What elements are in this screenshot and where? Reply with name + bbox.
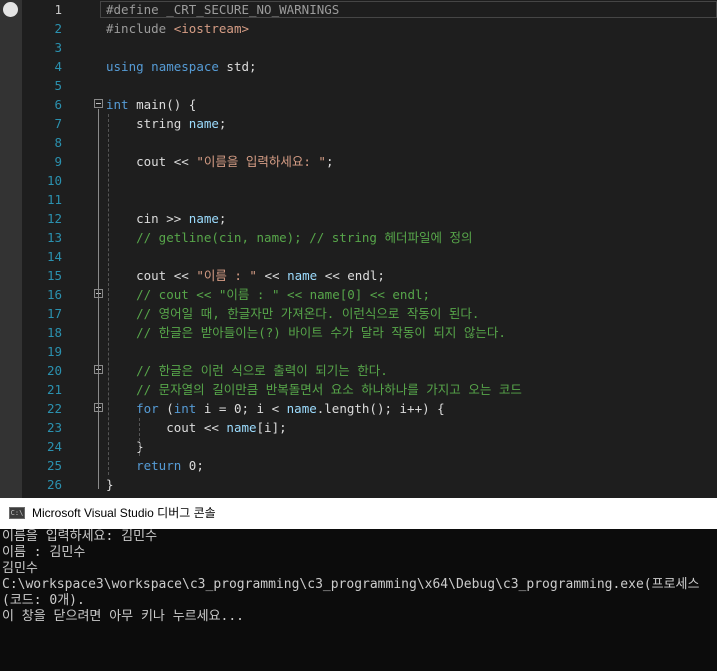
line-number: 25 [46,458,62,473]
code-text: using namespace std; [106,59,257,74]
line-number: 6 [54,97,62,112]
line-number: 15 [46,268,62,283]
code-text: return 0; [106,458,204,473]
console-line: 이름 : 김민수 [2,545,86,560]
code-text: // 한글은 받아들이는(?) 바이트 수가 달라 작동이 되지 않는다. [106,325,506,340]
code-line[interactable]: 5 [0,76,717,95]
line-number: 21 [46,382,62,397]
code-text: #define _CRT_SECURE_NO_WARNINGS [106,2,340,17]
console-output[interactable]: 이름을 입력하세요: 김민수 이름 : 김민수 김민수 C:\workspace… [0,529,717,671]
code-line[interactable]: 6 int main() { [0,95,717,114]
code-line[interactable]: 1 #define _CRT_SECURE_NO_WARNINGS [0,0,717,19]
indent-guide [139,418,140,456]
line-number: 1 [54,2,62,17]
line-number: 7 [54,116,62,131]
console-line: C:\workspace3\workspace\c3_programming\c… [2,577,700,592]
line-number: 17 [46,306,62,321]
console-title: Microsoft Visual Studio 디버그 콘솔 [32,506,216,520]
code-text: // 문자열의 길이만큼 반복돌면서 요소 하나하나를 가지고 오는 코드 [106,382,522,397]
code-text: } [106,477,114,492]
line-number: 22 [46,401,62,416]
code-line[interactable]: 26} [0,475,717,494]
code-line[interactable]: 3 [0,38,717,57]
line-number: 2 [54,21,62,36]
code-text: // getline(cin, name); // string 헤더파일에 정… [106,230,473,245]
code-text: // 영어일 때, 한글자만 가져온다. 이런식으로 작동이 된다. [106,306,480,321]
line-number: 14 [46,249,62,264]
line-number: 18 [46,325,62,340]
breakpoint-icon[interactable] [3,2,18,17]
line-number: 5 [54,78,62,93]
line-number: 11 [46,192,62,207]
code-text: // 한글은 이런 식으로 출력이 되기는 한다. [106,363,388,378]
collapse-icon[interactable] [94,99,103,108]
console-line: (코드: 0개). [2,593,85,608]
line-number: 23 [46,420,62,435]
line-number: 26 [46,477,62,492]
fold-line [98,109,99,489]
code-text: cout << name[i]; [106,420,287,435]
console-line: 이름을 입력하세요: 김민수 [2,529,158,544]
line-number: 16 [46,287,62,302]
line-number: 8 [54,135,62,150]
console-app-icon: C:\ [9,507,25,519]
line-number: 12 [46,211,62,226]
console-line: 김민수 [2,561,38,576]
console-line: 이 창을 닫으려면 아무 키나 누르세요... [2,609,245,624]
code-text: int main() { [106,97,197,112]
line-number: 20 [46,363,62,378]
code-text: cout << "이름 : " << name << endl; [106,268,385,283]
line-number: 9 [54,154,62,169]
code-text: cin >> name; [106,211,227,226]
code-text: #include <iostream> [106,21,249,36]
indent-guide [108,114,109,475]
console-title-bar[interactable]: C:\ Microsoft Visual Studio 디버그 콘솔 [0,498,717,529]
code-line[interactable]: 4 using namespace std; [0,57,717,76]
code-text: for (int i = 0; i < name.length(); i++) … [106,401,445,416]
line-number: 19 [46,344,62,359]
code-text: cout << "이름을 입력하세요: "; [106,154,334,169]
line-number: 10 [46,173,62,188]
line-number: 4 [54,59,62,74]
line-number: 13 [46,230,62,245]
code-editor[interactable]: 1 #define _CRT_SECURE_NO_WARNINGS 2 #includ… [0,0,717,498]
line-number: 3 [54,40,62,55]
code-text: string name; [106,116,227,131]
code-line[interactable]: 2 #include <iostream> [0,19,717,38]
code-text: // cout << "이름 : " << name[0] << endl; [106,287,431,302]
line-number: 24 [46,439,62,454]
code-text: } [106,439,144,454]
